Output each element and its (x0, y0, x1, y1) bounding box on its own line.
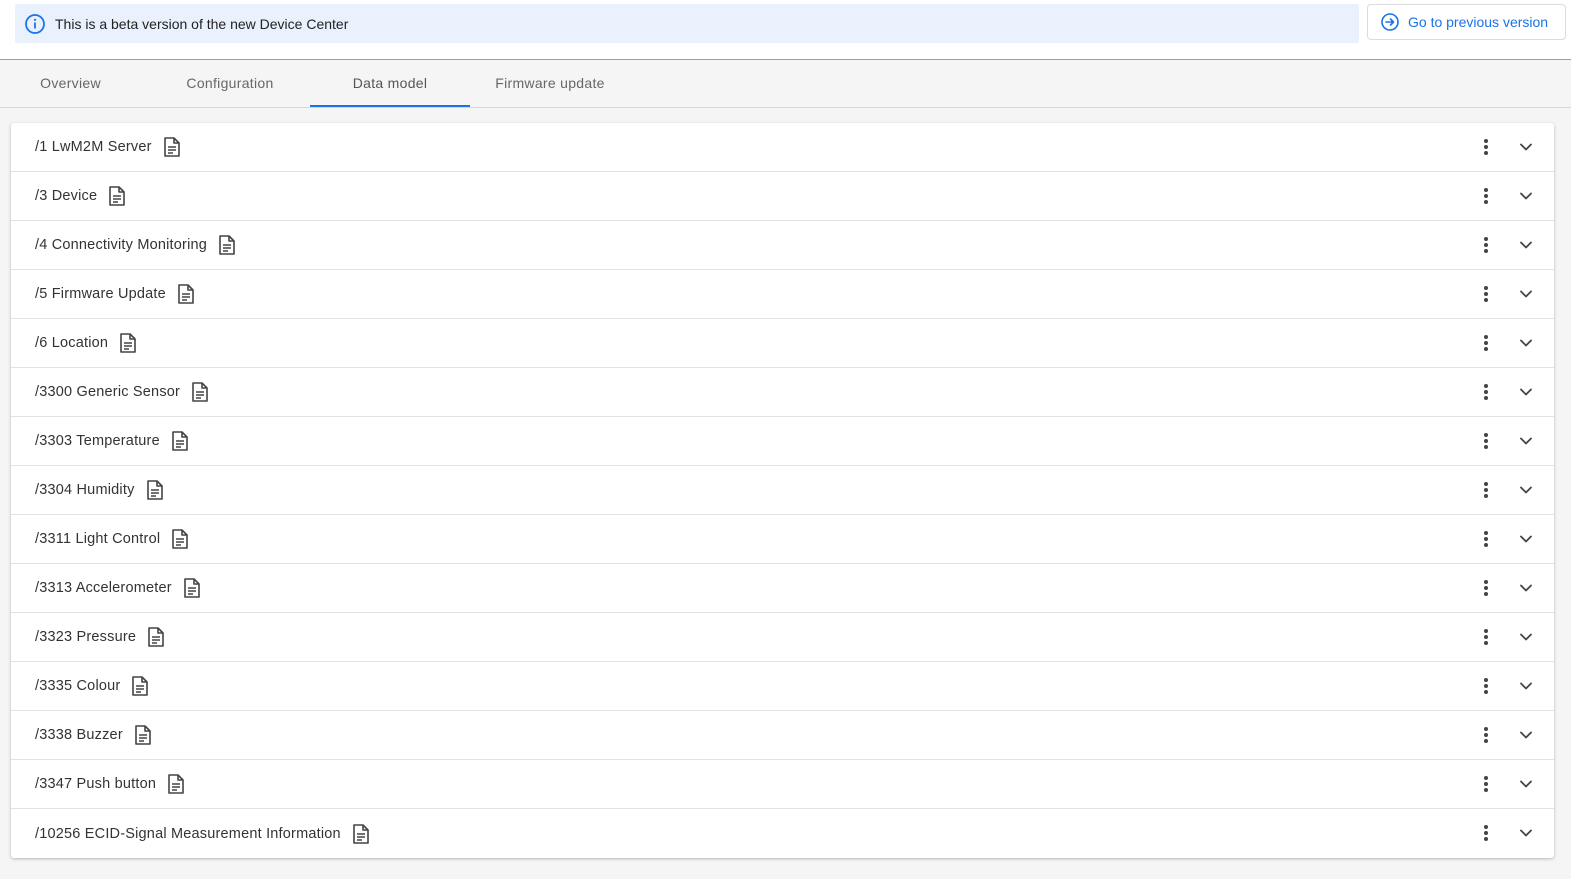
chevron-down-icon[interactable] (1516, 135, 1536, 159)
document-icon[interactable] (130, 675, 150, 697)
beta-banner-message: This is a beta version of the new Device… (55, 15, 349, 32)
object-title: /3300 Generic Sensor (35, 384, 181, 400)
object-title: /3347 Push button (35, 776, 157, 792)
more-vert-icon[interactable] (1476, 331, 1496, 355)
more-vert-icon[interactable] (1476, 674, 1496, 698)
object-row[interactable]: /5 Firmware Update (11, 270, 1554, 319)
arrow-right-circle-icon (1380, 12, 1400, 32)
object-row[interactable]: /3303 Temperature (11, 417, 1554, 466)
chevron-down-icon[interactable] (1516, 184, 1536, 208)
top-bar: This is a beta version of the new Device… (0, 0, 1571, 60)
more-vert-icon[interactable] (1476, 184, 1496, 208)
document-icon[interactable] (166, 773, 186, 795)
document-icon[interactable] (107, 185, 127, 207)
chevron-down-icon[interactable] (1516, 380, 1536, 404)
chevron-down-icon[interactable] (1516, 723, 1536, 747)
object-row[interactable]: /1 LwM2M Server (11, 123, 1554, 172)
document-icon[interactable] (162, 136, 182, 158)
object-title: /3338 Buzzer (35, 727, 123, 743)
chevron-down-icon[interactable] (1516, 527, 1536, 551)
object-row[interactable]: /3347 Push button (11, 760, 1554, 809)
document-icon[interactable] (133, 724, 153, 746)
object-title: /3303 Temperature (35, 433, 160, 449)
document-icon[interactable] (176, 283, 196, 305)
more-vert-icon[interactable] (1476, 380, 1496, 404)
object-row[interactable]: /3323 Pressure (11, 613, 1554, 662)
tab-overview[interactable]: Overview (0, 60, 141, 106)
more-vert-icon[interactable] (1476, 821, 1496, 845)
object-title: /1 LwM2M Server (35, 139, 152, 155)
chevron-down-icon[interactable] (1516, 331, 1536, 355)
more-vert-icon[interactable] (1476, 478, 1496, 502)
info-icon (24, 13, 46, 35)
chevron-down-icon[interactable] (1516, 478, 1536, 502)
tab-bar: Overview Configuration Data model Firmwa… (0, 60, 1571, 108)
object-row[interactable]: /3300 Generic Sensor (11, 368, 1554, 417)
chevron-down-icon[interactable] (1516, 233, 1536, 257)
object-title: /3304 Humidity (35, 482, 135, 498)
chevron-down-icon[interactable] (1516, 576, 1536, 600)
object-title: /10256 ECID-Signal Measurement Informati… (35, 825, 341, 842)
object-list: /1 LwM2M Server /3 Device /4 Connectivit… (11, 123, 1554, 858)
object-row[interactable]: /3311 Light Control (11, 515, 1554, 564)
object-title: /3313 Accelerometer (35, 580, 172, 596)
more-vert-icon[interactable] (1476, 233, 1496, 257)
chevron-down-icon[interactable] (1516, 772, 1536, 796)
chevron-down-icon[interactable] (1516, 625, 1536, 649)
object-title: /3 Device (35, 188, 98, 204)
object-row[interactable]: /3 Device (11, 172, 1554, 221)
object-row[interactable]: /3338 Buzzer (11, 711, 1554, 760)
object-title: /6 Location (35, 335, 109, 351)
beta-banner: This is a beta version of the new Device… (15, 4, 1359, 43)
more-vert-icon[interactable] (1476, 772, 1496, 796)
document-icon[interactable] (190, 381, 210, 403)
device-center-page: This is a beta version of the new Device… (0, 0, 1571, 879)
object-row[interactable]: /3313 Accelerometer (11, 564, 1554, 613)
object-row[interactable]: /10256 ECID-Signal Measurement Informati… (11, 809, 1554, 858)
chevron-down-icon[interactable] (1516, 282, 1536, 306)
document-icon[interactable] (170, 430, 190, 452)
more-vert-icon[interactable] (1476, 527, 1496, 551)
object-title: /3323 Pressure (35, 629, 137, 645)
go-to-previous-version-button[interactable]: Go to previous version (1367, 4, 1566, 40)
object-title: /3311 Light Control (35, 531, 161, 547)
tab-firmware-update[interactable]: Firmware update (470, 60, 630, 106)
document-icon[interactable] (146, 626, 166, 648)
object-title: /4 Connectivity Monitoring (35, 237, 208, 253)
chevron-down-icon[interactable] (1516, 821, 1536, 845)
object-row[interactable]: /6 Location (11, 319, 1554, 368)
document-icon[interactable] (145, 479, 165, 501)
go-to-previous-version-label: Go to previous version (1408, 14, 1549, 30)
object-title: /3335 Colour (35, 678, 121, 694)
more-vert-icon[interactable] (1476, 282, 1496, 306)
document-icon[interactable] (170, 528, 190, 550)
more-vert-icon[interactable] (1476, 135, 1496, 159)
document-icon[interactable] (217, 234, 237, 256)
tab-configuration[interactable]: Configuration (150, 60, 310, 106)
object-row[interactable]: /4 Connectivity Monitoring (11, 221, 1554, 270)
more-vert-icon[interactable] (1476, 429, 1496, 453)
more-vert-icon[interactable] (1476, 723, 1496, 747)
more-vert-icon[interactable] (1476, 576, 1496, 600)
chevron-down-icon[interactable] (1516, 674, 1536, 698)
document-icon[interactable] (118, 332, 138, 354)
tab-data-model[interactable]: Data model (310, 60, 470, 107)
object-row[interactable]: /3335 Colour (11, 662, 1554, 711)
document-icon[interactable] (182, 577, 202, 599)
object-title: /5 Firmware Update (35, 286, 166, 302)
object-row[interactable]: /3304 Humidity (11, 466, 1554, 515)
more-vert-icon[interactable] (1476, 625, 1496, 649)
document-icon[interactable] (351, 823, 371, 845)
chevron-down-icon[interactable] (1516, 429, 1536, 453)
